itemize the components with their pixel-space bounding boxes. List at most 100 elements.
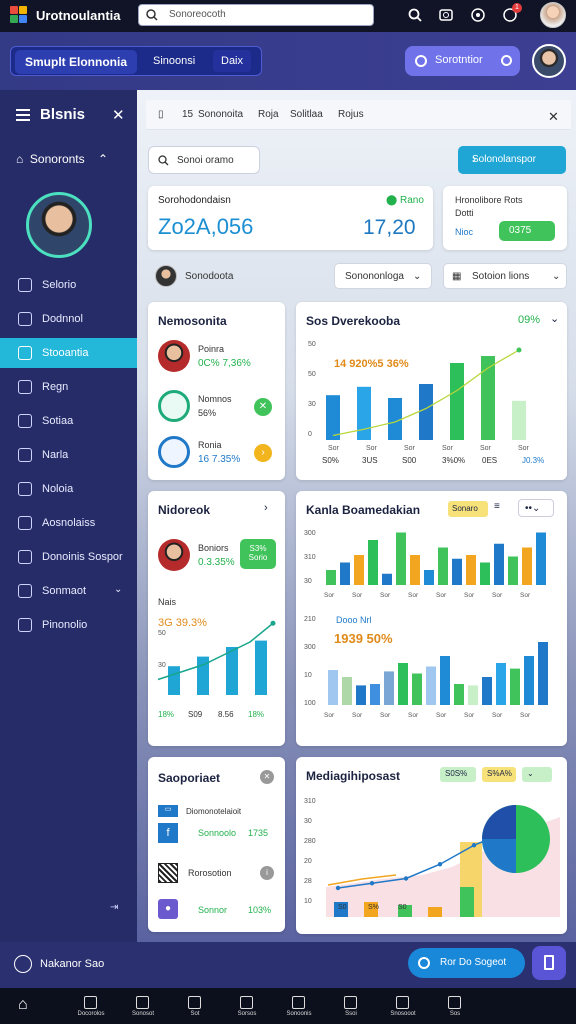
sidebar-footer[interactable]: Nakanor Sao xyxy=(14,955,104,973)
sidebar-profile-photo xyxy=(26,192,92,258)
data-point xyxy=(335,885,341,891)
network-chart: 50 30 18% S09 8.56 18% xyxy=(157,620,276,719)
filter-dropdown[interactable]: ▦ Sotoion lions ⌄ xyxy=(443,263,567,289)
x-tick-label: Sor xyxy=(324,712,335,719)
x-tick-label: Sor xyxy=(520,592,531,599)
header-action-button[interactable]: Sorotntior xyxy=(405,46,520,76)
sidebar-item-label: Sotiaa xyxy=(42,415,74,427)
bar xyxy=(508,556,518,585)
sidebar-item-sonmaot[interactable]: Sonmaot ⌄ xyxy=(0,576,137,606)
bottom-nav-item[interactable]: Sos xyxy=(432,988,478,1024)
sidebar-item-regn[interactable]: Regn xyxy=(0,372,137,402)
mobile-view-button[interactable] xyxy=(532,946,566,980)
sidebar-item-narla[interactable]: Narla xyxy=(0,440,137,470)
close-icon[interactable]: ✕ xyxy=(548,109,559,125)
flag-icon: ▭ xyxy=(158,805,178,817)
x-tick-label: Sor xyxy=(352,712,363,719)
chip[interactable]: S%A% xyxy=(482,767,516,782)
bottom-nav-label: Sot xyxy=(190,1011,200,1017)
bottom-nav-item[interactable]: Sot xyxy=(172,988,218,1024)
qr-code-icon xyxy=(158,863,178,883)
options-dropdown[interactable]: ••⌄ xyxy=(518,499,554,517)
list-icon[interactable]: ≡ xyxy=(494,501,500,512)
y-tick-label: 30 xyxy=(158,662,166,669)
breadcrumb-item[interactable]: 15 xyxy=(182,109,193,120)
bar xyxy=(384,671,394,705)
camera-icon[interactable] xyxy=(438,7,454,23)
sidebar-item-sotiaa[interactable]: Sotiaa xyxy=(0,406,137,436)
close-icon[interactable]: ✕ xyxy=(260,770,274,784)
profile-avatar[interactable] xyxy=(532,44,566,78)
sidebar-item-label: Dodnnol xyxy=(42,313,83,325)
bottom-nav-item[interactable]: Sorsos xyxy=(224,988,270,1024)
filter-dropdown[interactable]: Sonononloga ⌄ xyxy=(334,263,432,289)
chevron-down-icon: ⌄ xyxy=(413,271,422,282)
bottom-nav-item[interactable]: Sonoonis xyxy=(276,988,322,1024)
bar xyxy=(370,684,380,705)
sidebar-item-dodnnol[interactable]: Dodnnol xyxy=(0,304,137,334)
data-point xyxy=(403,876,409,881)
sidebar-item-donoinis-sospor[interactable]: Donoinis Sospor xyxy=(0,542,137,572)
breadcrumb-item[interactable]: Rojus xyxy=(338,109,364,120)
collapse-icon[interactable]: ⇥ xyxy=(110,902,118,913)
global-search-input[interactable]: Sonoreocoth xyxy=(138,4,374,26)
bottom-nav-item[interactable]: Sonosot xyxy=(120,988,166,1024)
search-icon[interactable] xyxy=(407,7,423,23)
bottom-nav-label: Ssoi xyxy=(345,1011,357,1017)
person-value: 16 7.35% xyxy=(198,454,241,465)
bottom-nav-item[interactable]: Ssoi xyxy=(328,988,374,1024)
bottom-nav-item[interactable]: Docorolos xyxy=(68,988,114,1024)
chip-expand[interactable]: ⌄ xyxy=(522,767,552,782)
nav-icon xyxy=(84,996,97,1009)
list-item-label: Rorosotion xyxy=(188,868,232,878)
sidebar-item-selorio[interactable]: Selorio xyxy=(0,270,137,300)
sidebar-item-stooantia[interactable]: Stooantia xyxy=(0,338,137,368)
arrow-icon[interactable]: › xyxy=(254,444,272,462)
facebook-icon[interactable]: f xyxy=(158,823,178,843)
search-icon xyxy=(146,9,158,21)
breadcrumb-item[interactable]: Solitlaa xyxy=(290,109,323,120)
y-tick-label: 0 xyxy=(308,431,312,438)
chart-label: S0 xyxy=(338,904,347,911)
sidebar-item-pinonolio[interactable]: Pinonolio xyxy=(0,610,137,640)
nav-icon xyxy=(188,996,201,1009)
home-icon[interactable]: ⌂ xyxy=(18,996,28,1014)
settings-icon[interactable] xyxy=(470,7,486,23)
kpi-side-value: 0375 xyxy=(499,221,555,241)
menu-icon[interactable] xyxy=(16,109,30,121)
person-avatar xyxy=(158,390,190,422)
notifications-button[interactable]: 1 xyxy=(502,3,522,23)
kpi-side-title: Hronolibore Rots xyxy=(455,195,523,205)
bottom-nav-item[interactable]: Snosooot xyxy=(380,988,426,1024)
check-icon[interactable]: ✕ xyxy=(254,398,272,416)
sidebar-home[interactable]: ⌂ Sonoronts ⌃ xyxy=(16,152,108,166)
footer-value: 3%0% xyxy=(442,456,465,465)
tab-primary[interactable]: Smuplt Elonnonia xyxy=(15,50,137,74)
x-tick-label: Sor xyxy=(492,592,503,599)
footer-value: 3US xyxy=(362,456,378,465)
sidebar-item-aosnolaiss[interactable]: Aosnolaiss xyxy=(0,508,137,538)
person-icon xyxy=(18,448,32,462)
chevron-down-icon[interactable]: ⌄ xyxy=(550,312,559,325)
info-icon[interactable]: i xyxy=(260,866,274,880)
panel-title: Saoporiaet xyxy=(158,771,221,785)
content-search-input[interactable]: Sonoi oramo xyxy=(148,146,260,174)
bar xyxy=(255,640,267,695)
bottom-cta-button[interactable]: Ror Do Sogeot xyxy=(408,948,525,978)
sidebar-item-noloia[interactable]: Noloia xyxy=(0,474,137,504)
footer-value: 18% xyxy=(158,710,174,719)
primary-action-button[interactable]: Solonolanspor › xyxy=(458,146,566,174)
chip[interactable]: S0S% xyxy=(440,767,476,782)
close-icon[interactable]: ✕ xyxy=(112,106,125,124)
chevron-right-icon[interactable]: › xyxy=(264,502,268,514)
user-avatar[interactable] xyxy=(540,2,566,28)
nav-icon xyxy=(136,996,149,1009)
tab-secondary[interactable]: Sinoonsi xyxy=(145,50,203,72)
bar xyxy=(356,685,366,705)
tab-tertiary[interactable]: Daix xyxy=(213,50,252,72)
x-tick-label: Sor xyxy=(380,712,391,719)
breadcrumb-item[interactable]: Sononoita xyxy=(198,109,243,120)
document-icon xyxy=(18,312,32,326)
growth-panel: Sos Dverekooba 09% ⌄ 14 920%5 36% 50 50 30… xyxy=(296,302,567,480)
breadcrumb-item[interactable]: Roja xyxy=(258,109,279,120)
